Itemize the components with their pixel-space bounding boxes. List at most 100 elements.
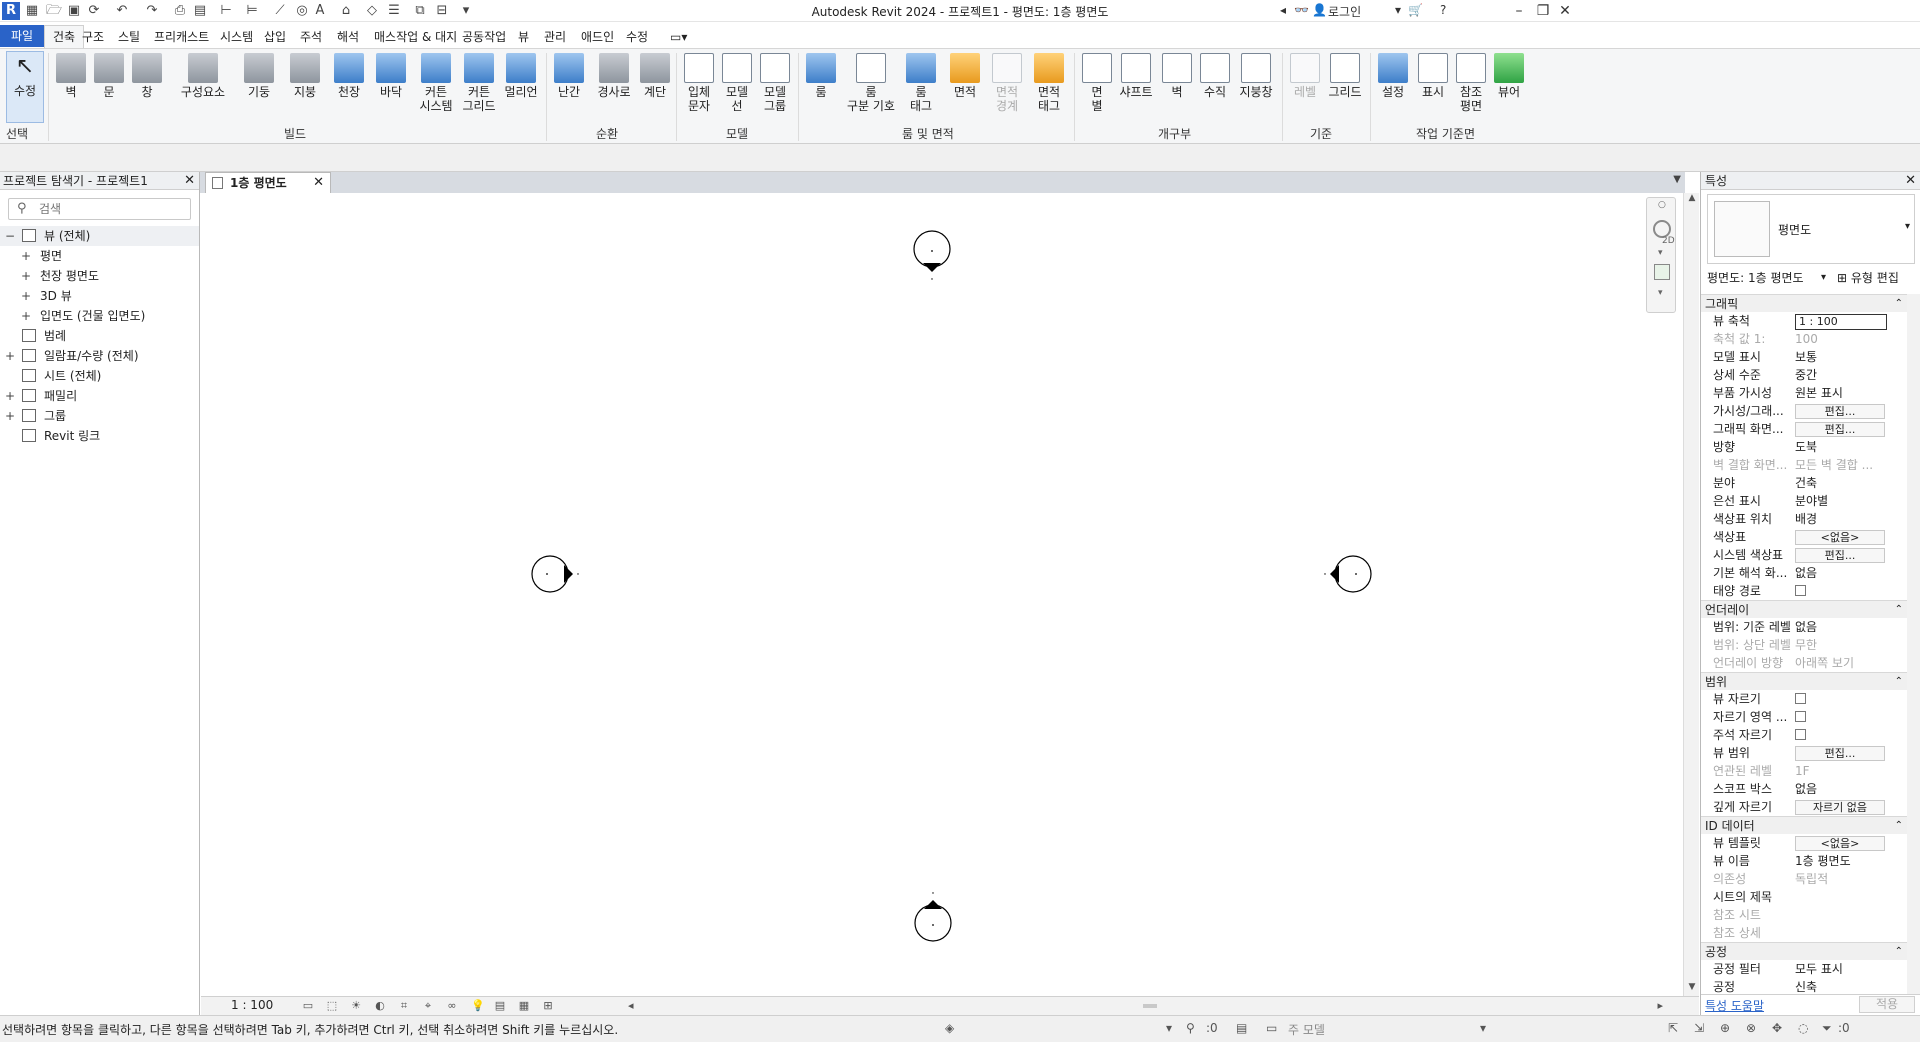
shaft-tool-button[interactable]: 샤프트 bbox=[1114, 53, 1158, 99]
3d-view-icon[interactable]: ⌂ bbox=[338, 3, 354, 19]
area-tool-button[interactable]: 면적 bbox=[946, 53, 984, 99]
vertical-scrollbar[interactable]: ▲ ▼ bbox=[1683, 193, 1699, 996]
chevron-down-icon[interactable]: ▾ bbox=[1658, 248, 1663, 258]
apply-button[interactable]: 적용 bbox=[1859, 996, 1915, 1013]
property-value[interactable]: 없음 bbox=[1795, 620, 1817, 634]
browser-tree-item[interactable]: + 패밀리 bbox=[0, 386, 199, 406]
expand-icon[interactable]: + bbox=[20, 286, 32, 306]
ref-plane-tool-button[interactable]: 참조 평면 bbox=[1452, 53, 1490, 113]
tab-manage[interactable]: 관리 bbox=[544, 27, 566, 47]
property-edit-button[interactable]: 편집... bbox=[1795, 746, 1885, 761]
browser-tree-item[interactable]: 시트 (전체) bbox=[0, 366, 199, 386]
collapse-group-icon[interactable]: ⌃ bbox=[1895, 817, 1903, 835]
home-icon[interactable]: ▦ bbox=[24, 3, 40, 19]
design-options-icon[interactable]: ▤ bbox=[1236, 1021, 1247, 1035]
property-value[interactable]: 중간 bbox=[1795, 368, 1817, 382]
collapse-group-icon[interactable]: ⌃ bbox=[1895, 943, 1903, 961]
collapse-group-icon[interactable]: ⌃ bbox=[1895, 673, 1903, 691]
property-group-header[interactable]: 그래픽 ⌃ bbox=[1701, 294, 1907, 312]
unlock-3d-icon[interactable]: ∞ bbox=[445, 999, 459, 1013]
property-value[interactable]: 건축 bbox=[1795, 476, 1817, 490]
property-value[interactable]: 분야별 bbox=[1795, 494, 1828, 508]
worksharing-icon[interactable]: ▦ bbox=[517, 999, 531, 1013]
by-face-tool-button[interactable]: 면 별 bbox=[1078, 53, 1116, 113]
thin-lines-icon[interactable]: ☰ bbox=[386, 3, 402, 19]
tab-view[interactable]: 뷰 bbox=[518, 27, 529, 47]
customize-qat-icon[interactable]: ▾ bbox=[458, 3, 474, 19]
tab-annotate[interactable]: 주석 bbox=[300, 27, 322, 47]
tab-menu-icon[interactable]: ▼ bbox=[1673, 174, 1681, 185]
viewer-tool-button[interactable]: 뷰어 bbox=[1490, 53, 1528, 99]
tab-precast[interactable]: 프리캐스트 bbox=[154, 27, 209, 47]
tab-insert[interactable]: 삽입 bbox=[264, 27, 286, 47]
revit-logo-icon[interactable]: R bbox=[2, 2, 20, 20]
view-scale[interactable]: 1 : 100 bbox=[231, 998, 273, 1012]
ramp-tool-button[interactable]: 경사로 bbox=[592, 53, 636, 99]
tab-modify[interactable]: 수정 bbox=[626, 27, 648, 47]
background-process-icon[interactable]: ◌ bbox=[1798, 1021, 1808, 1035]
stair-tool-button[interactable]: 계단 bbox=[636, 53, 674, 99]
property-value[interactable]: 원본 표시 bbox=[1795, 386, 1843, 400]
tab-analyze[interactable]: 해석 bbox=[337, 27, 359, 47]
temporary-hide-icon[interactable]: 💡 bbox=[471, 999, 485, 1013]
browser-tree-item[interactable]: + 평면 bbox=[0, 246, 199, 266]
browser-search-input[interactable] bbox=[9, 199, 190, 219]
tab-structure[interactable]: 구조 bbox=[82, 27, 104, 47]
visual-style-icon[interactable]: ⬚ bbox=[325, 999, 339, 1013]
model-line-tool-button[interactable]: 모델 선 bbox=[718, 53, 756, 113]
switch-windows-icon[interactable]: ⊟ bbox=[434, 3, 450, 19]
dropdown-icon[interactable]: ▾ bbox=[1480, 1021, 1486, 1035]
property-group-header[interactable]: ID 데이터 ⌃ bbox=[1701, 816, 1907, 834]
property-edit-button[interactable]: 편집... bbox=[1795, 404, 1885, 419]
analytical-model-icon[interactable]: ⊞ bbox=[541, 999, 555, 1013]
area-tag-tool-button[interactable]: 면적 태그 bbox=[1030, 53, 1068, 113]
dormer-tool-button[interactable]: 지붕창 bbox=[1234, 53, 1278, 99]
expand-icon[interactable]: + bbox=[4, 346, 16, 366]
nav-bar-close-icon[interactable]: ○ bbox=[1658, 200, 1666, 210]
horizontal-scrollbar[interactable]: ◂ ▸ bbox=[628, 999, 1663, 1014]
property-checkbox[interactable] bbox=[1795, 729, 1806, 740]
ceiling-tool-button[interactable]: 천장 bbox=[330, 53, 368, 99]
redo-icon[interactable]: ↷ bbox=[144, 3, 160, 19]
curtain-system-tool-button[interactable]: 커튼 시스템 bbox=[414, 53, 458, 113]
property-value[interactable]: 1층 평면도 bbox=[1795, 854, 1851, 868]
expand-icon[interactable]: + bbox=[20, 306, 32, 326]
select-underlay-icon[interactable]: ⇲ bbox=[1694, 1021, 1704, 1035]
elevation-marker-east[interactable] bbox=[1324, 555, 1372, 593]
browser-tree-item[interactable]: + 천장 평면도 bbox=[0, 266, 199, 286]
active-model[interactable]: 주 모델 bbox=[1288, 1021, 1325, 1038]
expand-icon[interactable]: + bbox=[20, 266, 32, 286]
property-group-header[interactable]: 범위 ⌃ bbox=[1701, 672, 1907, 690]
scroll-thumb[interactable] bbox=[1143, 1004, 1157, 1008]
property-value[interactable]: 신축 bbox=[1795, 980, 1817, 994]
chevron-down-icon[interactable]: ▾ bbox=[1905, 221, 1910, 232]
help-icon[interactable]: ? bbox=[1440, 3, 1446, 17]
aligned-dimension-icon[interactable]: ⊨ bbox=[244, 3, 260, 19]
filter-icon[interactable]: ⏷ bbox=[1822, 1021, 1832, 1036]
roof-tool-button[interactable]: 지붕 bbox=[286, 53, 324, 99]
select-panel-label[interactable]: 선택 bbox=[6, 125, 28, 142]
room-separator-tool-button[interactable]: 룸 구분 기호 bbox=[840, 53, 902, 113]
property-group-header[interactable]: 언더레이 ⌃ bbox=[1701, 600, 1907, 618]
show-crop-icon[interactable]: ⌖ bbox=[421, 999, 435, 1013]
user-icon[interactable]: 👤 bbox=[1312, 3, 1327, 17]
expand-icon[interactable]: + bbox=[4, 386, 16, 406]
room-tag-tool-button[interactable]: 룸 태그 bbox=[902, 53, 940, 113]
binoculars-icon[interactable]: 👓 bbox=[1294, 3, 1309, 17]
property-edit-button[interactable]: <없음> bbox=[1795, 530, 1885, 545]
collapse-group-icon[interactable]: ⌃ bbox=[1895, 295, 1903, 313]
section-icon[interactable]: ◇ bbox=[364, 3, 380, 19]
property-value[interactable]: 보통 bbox=[1795, 350, 1817, 364]
shadows-icon[interactable]: ◐ bbox=[373, 999, 387, 1013]
properties-help-link[interactable]: 특성 도움말 bbox=[1705, 997, 1764, 1014]
sun-path-icon[interactable]: ☀ bbox=[349, 999, 363, 1013]
tab-steel[interactable]: 스틸 bbox=[118, 27, 140, 47]
login-dropdown-icon[interactable]: ▾ bbox=[1395, 3, 1401, 17]
detail-level-icon[interactable]: ▭ bbox=[301, 999, 315, 1013]
property-value[interactable]: 없음 bbox=[1795, 566, 1817, 580]
property-checkbox[interactable] bbox=[1795, 585, 1806, 596]
properties-scrollbar[interactable] bbox=[1907, 294, 1920, 994]
window-tool-button[interactable]: 창 bbox=[128, 53, 166, 99]
property-checkbox[interactable] bbox=[1795, 711, 1806, 722]
model-group-tool-button[interactable]: 모델 그룹 bbox=[756, 53, 794, 113]
